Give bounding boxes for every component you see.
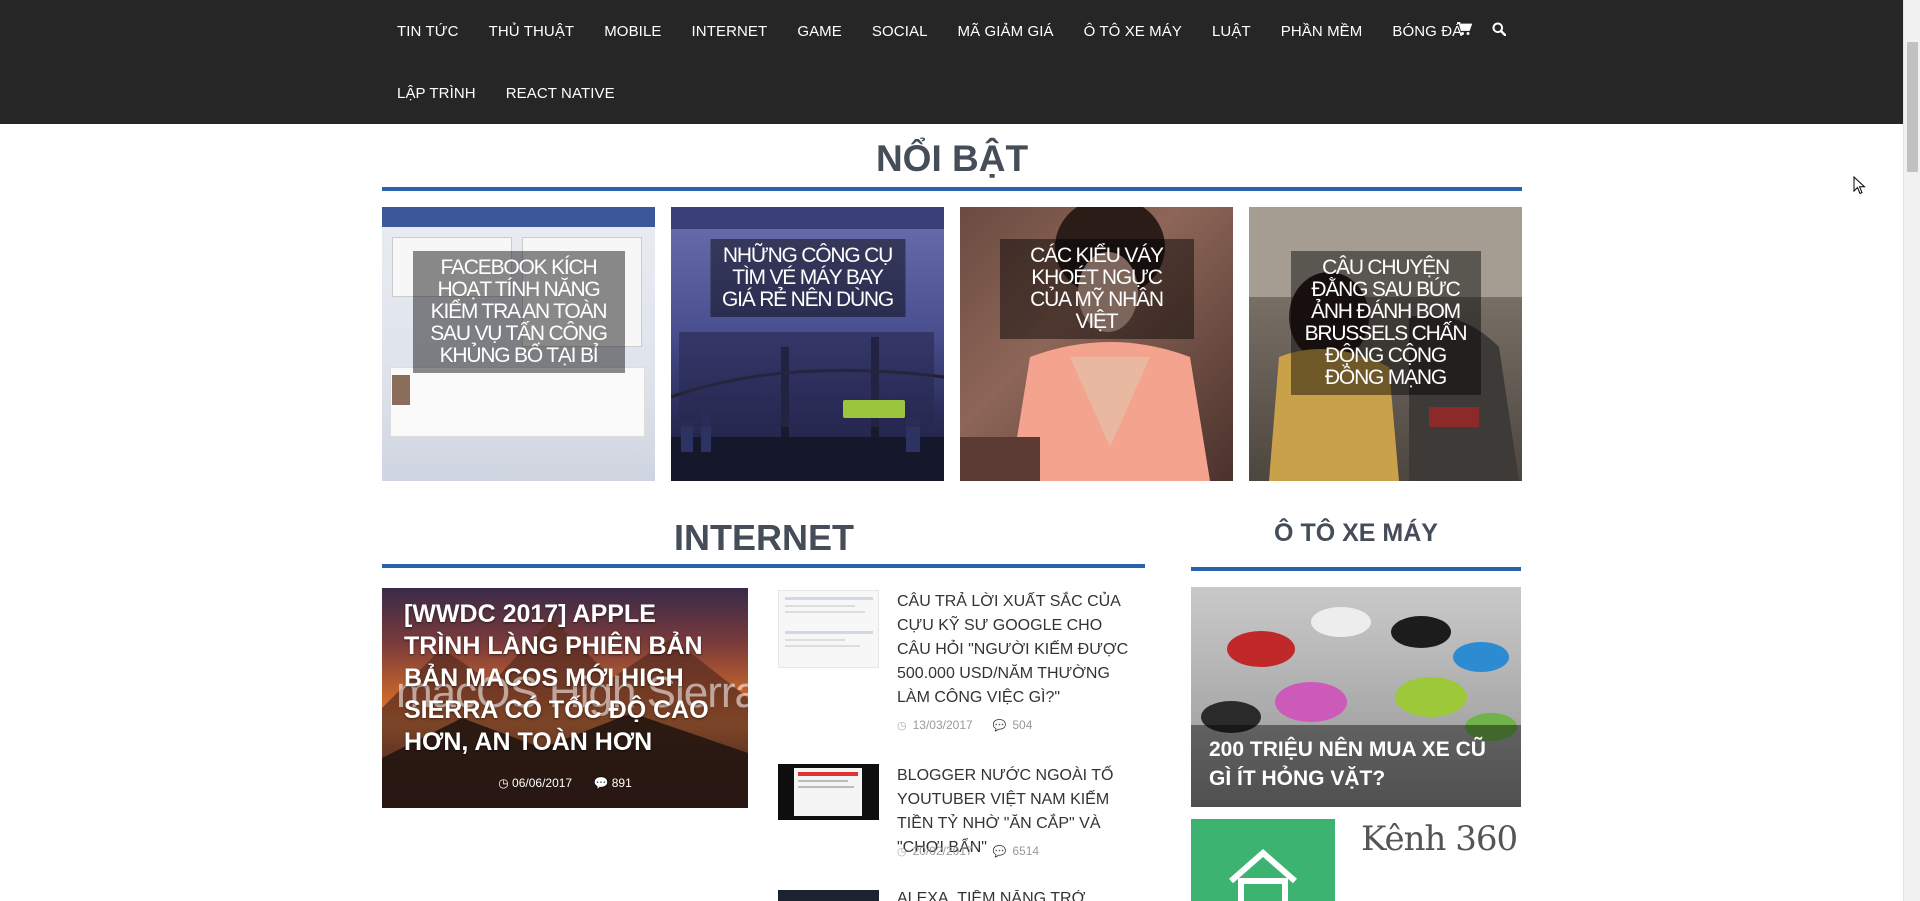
featured-card-2[interactable]: NHỮNG CÔNG CỤ TÌM VÉ MÁY BAY GIÁ RẺ NÊN … — [671, 207, 944, 481]
main-date: 06/06/2017 — [512, 776, 573, 790]
kenh360-logo-text: Kênh 360 — [1361, 819, 1518, 859]
mouse-cursor-icon — [1853, 176, 1866, 195]
internet-item-1-thumb[interactable] — [778, 590, 879, 668]
scrollbar-thumb[interactable] — [1907, 42, 1918, 172]
featured-title-3: CÁC KIỂU VÁY KHOÉT NGỰC CỦA MỸ NHÂN VIỆT — [999, 239, 1194, 339]
item-1-date: 13/03/2017 — [912, 718, 973, 732]
cart-icon[interactable] — [1457, 22, 1472, 36]
sidebar-card-title[interactable]: 200 TRIỆU NÊN MUA XE CŨ GÌ ÍT HỎNG VẶT? — [1209, 735, 1509, 793]
nav-icons — [1457, 0, 1506, 58]
comment-icon: 💬 — [992, 845, 1007, 858]
page-scrollbar[interactable] — [1903, 0, 1920, 901]
sidebar-card-caption: 200 TRIỆU NÊN MUA XE CŨ GÌ ÍT HỎNG VẶT? — [1191, 725, 1521, 807]
nav-item-lap-trinh[interactable]: LẬP TRÌNH — [382, 85, 491, 102]
featured-card-3[interactable]: CÁC KIỂU VÁY KHOÉT NGỰC CỦA MỸ NHÂN VIỆT — [960, 207, 1233, 481]
featured-heading-rule — [382, 187, 1522, 191]
nav-item-react-native[interactable]: REACT NATIVE — [491, 85, 630, 102]
nav-item-ma-giam-gia[interactable]: MÃ GIẢM GIÁ — [943, 23, 1069, 40]
kenh360-logo-block — [1191, 819, 1335, 901]
internet-item-1-meta: ◷ 13/03/2017 💬 504 — [897, 718, 1032, 732]
clock-icon: ◷ — [498, 776, 509, 790]
sidebar-heading-rule — [1191, 567, 1521, 571]
featured-card-1[interactable]: FACEBOOK KÍCH HOẠT TÍNH NĂNG KIỂM TRA AN… — [382, 207, 655, 481]
sidebar-heading: Ô TÔ XE MÁY — [1274, 519, 1438, 547]
internet-heading: INTERNET — [674, 517, 854, 558]
internet-item-1: CÂU TRẢ LỜI XUẤT SẮC CỦA CỰU KỸ SƯ GOOGL… — [778, 590, 1148, 740]
internet-item-3-title[interactable]: ALEXA, TIỀM NĂNG TRỞ THÀNH — [897, 890, 1137, 901]
featured-title-1: FACEBOOK KÍCH HOẠT TÍNH NĂNG KIỂM TRA AN… — [412, 251, 625, 373]
main-comments: 891 — [611, 776, 632, 790]
kenh360-ad[interactable]: Kênh 360 — [1191, 819, 1521, 901]
featured-title-2: NHỮNG CÔNG CỤ TÌM VÉ MÁY BAY GIÁ RẺ NÊN … — [710, 239, 905, 317]
internet-main-title[interactable]: [WWDC 2017] APPLE TRÌNH LÀNG PHIÊN BẢN B… — [404, 598, 734, 758]
nav-inner: TIN TỨC THỦ THUẬT MOBILE INTERNET GAME S… — [382, 0, 1522, 124]
comment-icon: 💬 — [593, 776, 609, 790]
featured-card-4[interactable]: CÂU CHUYỆN ĐẰNG SAU BỨC ẢNH ĐÁNH BOM BRU… — [1249, 207, 1522, 481]
internet-item-2: BLOGGER NƯỚC NGOÀI TỐ YOUTUBER VIỆT NAM … — [778, 764, 1148, 864]
internet-main-card[interactable]: macOS High Sierra [WWDC 2017] APPLE TRÌN… — [382, 588, 748, 808]
item-2-comments: 6514 — [1012, 844, 1040, 858]
internet-item-3-thumb[interactable] — [778, 890, 879, 901]
internet-item-2-meta: ◷ 20/02/2017 💬 6514 — [897, 844, 1039, 858]
nav-item-mobile[interactable]: MOBILE — [589, 23, 676, 40]
clock-icon: ◷ — [897, 845, 907, 858]
nav-item-phan-mem[interactable]: PHẦN MỀM — [1266, 23, 1378, 40]
nav-item-thu-thuat[interactable]: THỦ THUẬT — [474, 23, 590, 40]
nav-item-tin-tuc[interactable]: TIN TỨC — [382, 23, 474, 40]
nav-row-1: TIN TỨC THỦ THUẬT MOBILE INTERNET GAME S… — [382, 0, 1477, 62]
comment-icon: 💬 — [992, 719, 1007, 732]
top-navbar: TIN TỨC THỦ THUẬT MOBILE INTERNET GAME S… — [0, 0, 1903, 124]
nav-row-2: LẬP TRÌNH REACT NATIVE — [382, 62, 630, 124]
nav-item-game[interactable]: GAME — [782, 23, 857, 40]
internet-item-1-title[interactable]: CÂU TRẢ LỜI XUẤT SẮC CỦA CỰU KỸ SƯ GOOGL… — [897, 590, 1137, 710]
item-1-comments: 504 — [1012, 718, 1033, 732]
item-2-date: 20/02/2017 — [912, 844, 973, 858]
internet-item-3: ALEXA, TIỀM NĂNG TRỞ THÀNH — [778, 890, 1148, 901]
internet-item-2-thumb[interactable] — [778, 764, 879, 820]
page: TIN TỨC THỦ THUẬT MOBILE INTERNET GAME S… — [0, 0, 1920, 901]
nav-item-internet[interactable]: INTERNET — [677, 23, 783, 40]
internet-main-meta: ◷ 06/06/2017 💬 891 — [382, 776, 748, 790]
internet-heading-rule — [382, 564, 1145, 568]
featured-title-4: CÂU CHUYỆN ĐẰNG SAU BỨC ẢNH ĐÁNH BOM BRU… — [1290, 251, 1481, 395]
clock-icon: ◷ — [897, 719, 907, 732]
sidebar-card[interactable]: 200 TRIỆU NÊN MUA XE CŨ GÌ ÍT HỎNG VẶT? — [1191, 587, 1521, 807]
nav-item-luat[interactable]: LUẬT — [1197, 23, 1266, 40]
nav-item-social[interactable]: SOCIAL — [857, 23, 943, 40]
nav-item-o-to-xe-may[interactable]: Ô TÔ XE MÁY — [1069, 23, 1197, 40]
search-icon[interactable] — [1492, 22, 1506, 36]
featured-heading: NỔI BẬT — [875, 138, 1029, 179]
